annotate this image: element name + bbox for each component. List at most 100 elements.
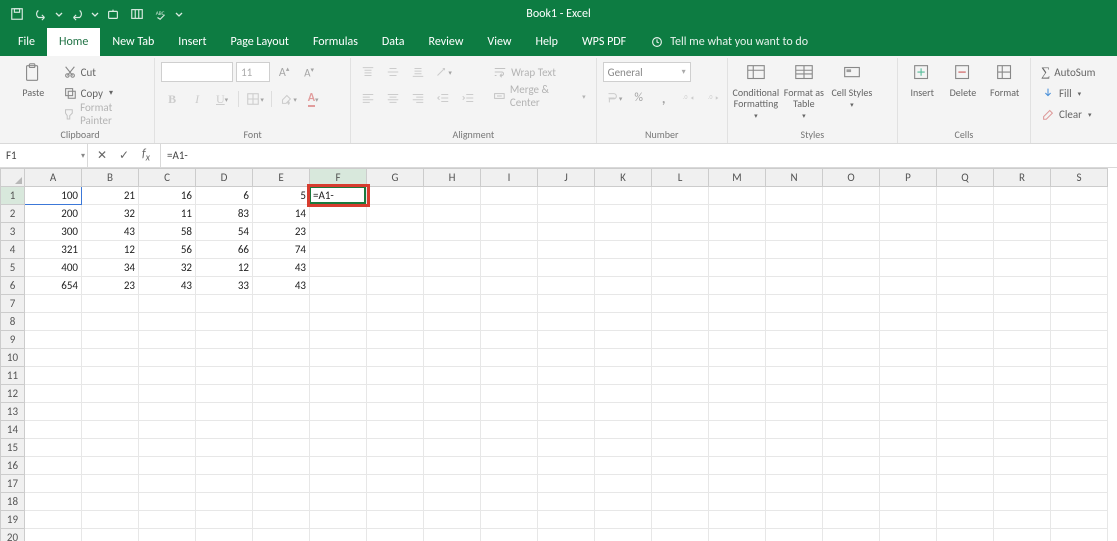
cell-A18[interactable]: [25, 493, 82, 511]
cell-R2[interactable]: [994, 205, 1051, 223]
cell-O13[interactable]: [823, 403, 880, 421]
cell-D19[interactable]: [196, 511, 253, 529]
cell-E3[interactable]: 23: [253, 223, 310, 241]
cell-H15[interactable]: [424, 439, 481, 457]
cell-I3[interactable]: [481, 223, 538, 241]
accounting-format-icon[interactable]: ▾: [603, 88, 625, 108]
cell-D7[interactable]: [196, 295, 253, 313]
cell-Q13[interactable]: [937, 403, 994, 421]
cell-C15[interactable]: [139, 439, 196, 457]
cell-J14[interactable]: [538, 421, 595, 439]
row-header-19[interactable]: 19: [1, 511, 25, 529]
cell-E7[interactable]: [253, 295, 310, 313]
cell-I19[interactable]: [481, 511, 538, 529]
cell-S8[interactable]: [1051, 313, 1108, 331]
col-header-O[interactable]: O: [823, 169, 880, 187]
col-header-K[interactable]: K: [595, 169, 652, 187]
row-header-8[interactable]: 8: [1, 313, 25, 331]
cell-H8[interactable]: [424, 313, 481, 331]
row-header-15[interactable]: 15: [1, 439, 25, 457]
cell-G10[interactable]: [367, 349, 424, 367]
row-header-3[interactable]: 3: [1, 223, 25, 241]
cell-L13[interactable]: [652, 403, 709, 421]
cell-E13[interactable]: [253, 403, 310, 421]
cell-Q19[interactable]: [937, 511, 994, 529]
cell-B3[interactable]: 43: [82, 223, 139, 241]
cell-B4[interactable]: 12: [82, 241, 139, 259]
cell-F9[interactable]: [310, 331, 367, 349]
cell-C14[interactable]: [139, 421, 196, 439]
tab-file[interactable]: File: [6, 28, 47, 56]
cell-E15[interactable]: [253, 439, 310, 457]
cell-R15[interactable]: [994, 439, 1051, 457]
font-size-input[interactable]: 11: [236, 62, 270, 82]
cell-J15[interactable]: [538, 439, 595, 457]
wrap-text-button[interactable]: Wrap Text: [489, 62, 590, 82]
cell-D17[interactable]: [196, 475, 253, 493]
cell-C4[interactable]: 56: [139, 241, 196, 259]
cell-M10[interactable]: [709, 349, 766, 367]
cell-S2[interactable]: [1051, 205, 1108, 223]
cell-O20[interactable]: [823, 529, 880, 541]
comma-icon[interactable]: ,: [653, 88, 675, 108]
cell-S20[interactable]: [1051, 529, 1108, 541]
cell-M19[interactable]: [709, 511, 766, 529]
cell-O16[interactable]: [823, 457, 880, 475]
cell-R12[interactable]: [994, 385, 1051, 403]
cell-A13[interactable]: [25, 403, 82, 421]
autosum-button[interactable]: ∑AutoSum: [1037, 62, 1099, 82]
cell-P13[interactable]: [880, 403, 937, 421]
cell-S11[interactable]: [1051, 367, 1108, 385]
cell-E2[interactable]: 14: [253, 205, 310, 223]
cell-C5[interactable]: 32: [139, 259, 196, 277]
cell-O14[interactable]: [823, 421, 880, 439]
tab-review[interactable]: Review: [417, 28, 476, 56]
cell-N8[interactable]: [766, 313, 823, 331]
cell-G1[interactable]: [367, 187, 424, 205]
cell-M7[interactable]: [709, 295, 766, 313]
row-header-2[interactable]: 2: [1, 205, 25, 223]
cell-S14[interactable]: [1051, 421, 1108, 439]
cell-S9[interactable]: [1051, 331, 1108, 349]
cell-A20[interactable]: [25, 529, 82, 541]
row-header-1[interactable]: 1: [1, 187, 25, 205]
cell-B9[interactable]: [82, 331, 139, 349]
cell-M6[interactable]: [709, 277, 766, 295]
cell-Q14[interactable]: [937, 421, 994, 439]
cell-E10[interactable]: [253, 349, 310, 367]
cell-H12[interactable]: [424, 385, 481, 403]
customize-qat-icon[interactable]: [174, 3, 184, 25]
cell-S17[interactable]: [1051, 475, 1108, 493]
cell-M14[interactable]: [709, 421, 766, 439]
cell-C8[interactable]: [139, 313, 196, 331]
cell-D1[interactable]: 6: [196, 187, 253, 205]
cell-D4[interactable]: 66: [196, 241, 253, 259]
cell-P11[interactable]: [880, 367, 937, 385]
cell-L19[interactable]: [652, 511, 709, 529]
cell-E14[interactable]: [253, 421, 310, 439]
cell-O5[interactable]: [823, 259, 880, 277]
cell-C16[interactable]: [139, 457, 196, 475]
cell-O3[interactable]: [823, 223, 880, 241]
cell-J4[interactable]: [538, 241, 595, 259]
cell-O10[interactable]: [823, 349, 880, 367]
col-header-L[interactable]: L: [652, 169, 709, 187]
cell-I9[interactable]: [481, 331, 538, 349]
tab-wpspdf[interactable]: WPS PDF: [570, 28, 638, 56]
cut-button[interactable]: Cut: [59, 62, 149, 82]
cell-J7[interactable]: [538, 295, 595, 313]
cell-L4[interactable]: [652, 241, 709, 259]
conditional-formatting-button[interactable]: Conditional Formatting▾: [734, 62, 778, 120]
cell-O4[interactable]: [823, 241, 880, 259]
col-header-C[interactable]: C: [139, 169, 196, 187]
cell-S15[interactable]: [1051, 439, 1108, 457]
cell-J12[interactable]: [538, 385, 595, 403]
cell-P12[interactable]: [880, 385, 937, 403]
cell-A7[interactable]: [25, 295, 82, 313]
cell-P19[interactable]: [880, 511, 937, 529]
cell-L9[interactable]: [652, 331, 709, 349]
redo-icon[interactable]: [66, 3, 88, 25]
cell-D2[interactable]: 83: [196, 205, 253, 223]
cell-H11[interactable]: [424, 367, 481, 385]
cell-Q17[interactable]: [937, 475, 994, 493]
